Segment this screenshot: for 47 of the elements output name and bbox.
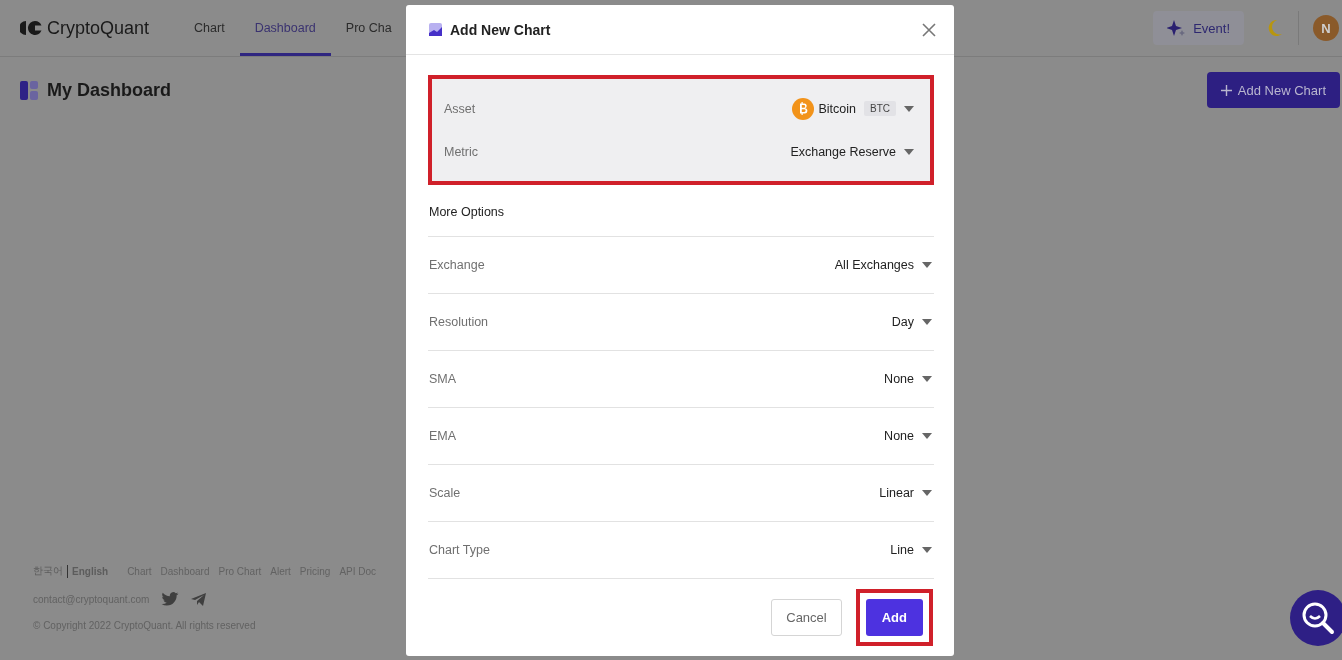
caret-icon <box>904 105 914 112</box>
caret-icon <box>922 319 932 325</box>
caret-icon <box>922 262 932 268</box>
add-chart-button[interactable]: Add New Chart <box>1206 72 1340 108</box>
option-label: Chart Type <box>429 543 490 557</box>
user-avatar[interactable]: N <box>1313 15 1339 41</box>
asset-dropdown[interactable]: Bitcoin BTC <box>792 97 914 120</box>
option-label: Resolution <box>429 315 489 329</box>
caret-icon <box>904 148 914 155</box>
field-label: Metric <box>444 144 479 159</box>
close-icon[interactable] <box>920 20 938 39</box>
section-heading: More Options <box>428 185 934 237</box>
option-label: Exchange <box>429 258 485 272</box>
caret-icon <box>922 376 932 382</box>
bird-icon[interactable] <box>161 592 180 606</box>
search-icon <box>1301 601 1335 635</box>
option-dropdown[interactable]: Linear <box>879 486 932 500</box>
cancel-button[interactable]: Cancel <box>771 599 842 636</box>
nav-tab[interactable]: Dashboard <box>239 0 331 56</box>
add-button[interactable]: Add <box>865 599 923 636</box>
nav-tab[interactable]: Chart <box>179 0 240 56</box>
field-label: Asset <box>444 101 476 116</box>
option-label: SMA <box>429 372 457 386</box>
chart-icon <box>429 23 442 36</box>
metric-dropdown[interactable]: Exchange Reserve <box>790 144 914 159</box>
option-dropdown[interactable]: None <box>884 372 932 386</box>
logo-icon <box>20 20 42 36</box>
bitcoin-icon <box>792 97 815 120</box>
caret-icon <box>922 433 932 439</box>
option-label: EMA <box>429 429 457 443</box>
option-dropdown[interactable]: None <box>884 429 932 443</box>
option-dropdown[interactable]: All Exchanges <box>834 258 932 272</box>
paper-plane-icon[interactable] <box>191 592 207 606</box>
dialog-title: Add New Chart <box>450 21 551 38</box>
event-button[interactable]: Event! <box>1153 11 1244 45</box>
plus-icon <box>1220 84 1232 96</box>
caret-icon <box>922 490 932 496</box>
logo-text[interactable]: CryptoQuant <box>47 17 150 39</box>
sparkle-icon <box>1167 20 1186 36</box>
option-label: Scale <box>429 486 461 500</box>
caret-icon <box>922 547 932 553</box>
option-dropdown[interactable]: Line <box>890 543 932 557</box>
page-title: My Dashboard <box>47 79 172 101</box>
nav-tab[interactable]: Pro Cha <box>330 0 407 56</box>
search-button[interactable] <box>1290 590 1342 646</box>
dashboard-icon <box>20 80 39 100</box>
option-dropdown[interactable]: Day <box>891 315 932 329</box>
